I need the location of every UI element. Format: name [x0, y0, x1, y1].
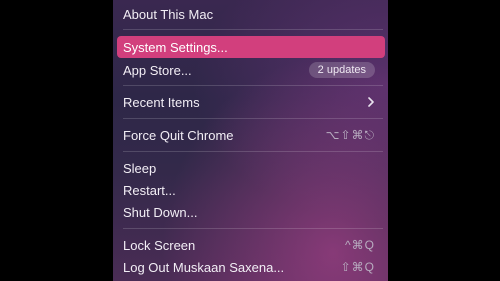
chevron-right-icon: [368, 97, 374, 107]
menu-item-system-settings[interactable]: System Settings...: [117, 36, 385, 58]
menu-separator: [123, 118, 383, 119]
menu-item-sleep[interactable]: Sleep: [117, 157, 385, 179]
menu-item-restart[interactable]: Restart...: [117, 179, 385, 201]
menu-item-label: Force Quit Chrome: [123, 127, 234, 143]
menu-item-label: Shut Down...: [123, 204, 198, 220]
menu-item-about-this-mac[interactable]: About This Mac: [117, 3, 385, 25]
menu-item-label: System Settings...: [123, 39, 228, 55]
menu-item-label: Sleep: [123, 160, 157, 176]
menu-item-label: Recent Items: [123, 94, 200, 110]
menu-item-label: App Store...: [123, 62, 192, 78]
updates-badge: 2 updates: [308, 62, 375, 78]
menu-item-app-store[interactable]: App Store... 2 updates: [117, 59, 385, 81]
force-quit-shortcut: ⌥⇧⌘⎋: [325, 127, 375, 142]
menu-item-label: Log Out Muskaan Saxena...: [123, 259, 285, 275]
menu-separator: [123, 29, 383, 30]
menu-item-label: About This Mac: [123, 6, 214, 22]
menu-separator: [123, 85, 383, 86]
menu-item-label: Lock Screen: [123, 237, 196, 253]
menu-item-recent-items[interactable]: Recent Items: [117, 91, 385, 113]
menu-item-label: Restart...: [123, 182, 176, 198]
apple-menu: About This Mac System Settings... App St…: [113, 0, 388, 281]
menu-item-shut-down[interactable]: Shut Down...: [117, 201, 385, 223]
lock-screen-shortcut: ^⌘Q: [345, 238, 375, 252]
menu-item-lock-screen[interactable]: Lock Screen ^⌘Q: [117, 234, 385, 256]
menu-separator: [123, 151, 383, 152]
menu-item-log-out[interactable]: Log Out Muskaan Saxena... ⇧⌘Q: [117, 256, 385, 278]
log-out-shortcut: ⇧⌘Q: [340, 260, 375, 274]
menu-item-force-quit[interactable]: Force Quit Chrome ⌥⇧⌘⎋: [117, 124, 385, 146]
menu-separator: [123, 228, 383, 229]
